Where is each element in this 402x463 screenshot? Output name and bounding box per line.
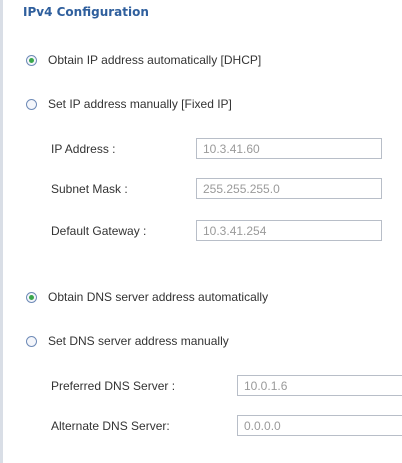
ip-auto-option[interactable]: Obtain IP address automatically [DHCP] [26,52,261,68]
dns-manual-radio[interactable] [26,335,37,347]
ip-manual-label: Set IP address manually [Fixed IP] [48,97,232,111]
dns-manual-label: Set DNS server address manually [48,334,229,348]
default-gateway-label: Default Gateway : [51,224,147,238]
dns-auto-label: Obtain DNS server address automatically [48,290,269,304]
dns-auto-radio[interactable] [26,291,37,303]
ip-manual-radio[interactable] [26,98,37,110]
alternate-dns-label: Alternate DNS Server: [51,419,170,433]
dns-manual-option[interactable]: Set DNS server address manually [26,333,229,349]
ip-address-input[interactable] [196,138,382,159]
ip-auto-radio[interactable] [26,54,37,66]
ip-address-label: IP Address : [51,142,116,156]
ip-manual-option[interactable]: Set IP address manually [Fixed IP] [26,96,232,112]
preferred-dns-label: Preferred DNS Server : [51,379,176,393]
subnet-mask-input[interactable] [196,178,382,199]
left-border [0,0,3,463]
subnet-mask-label: Subnet Mask : [51,182,128,196]
section-title: IPv4 Configuration [23,5,149,19]
default-gateway-input[interactable] [196,220,382,241]
preferred-dns-input[interactable] [237,375,402,396]
dns-auto-option[interactable]: Obtain DNS server address automatically [26,289,268,305]
alternate-dns-input[interactable] [237,415,402,436]
ip-auto-label: Obtain IP address automatically [DHCP] [48,53,262,67]
